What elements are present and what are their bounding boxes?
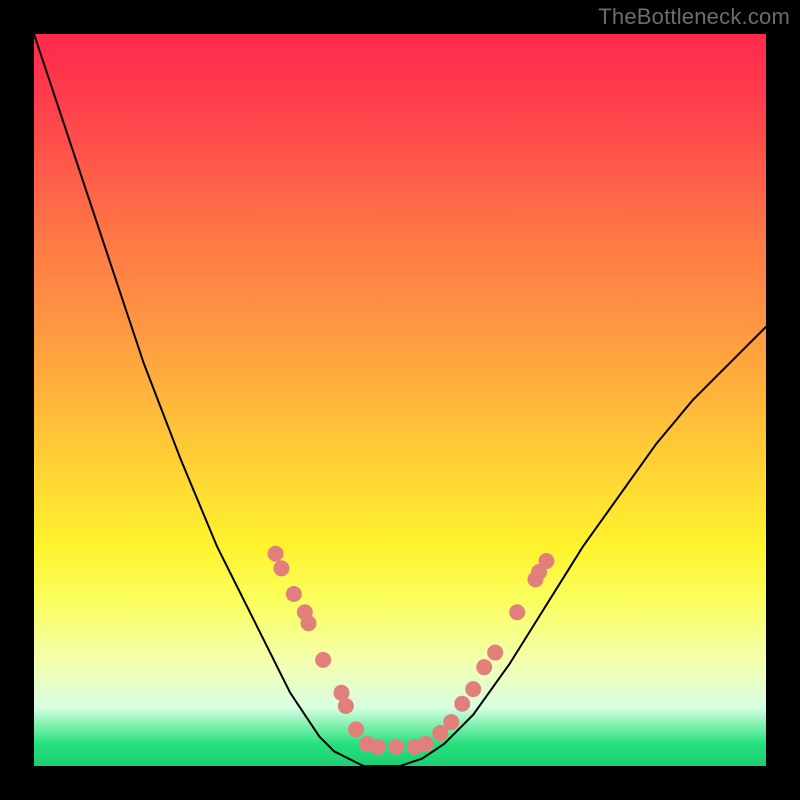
marker-dot [273, 560, 289, 576]
marker-dot [315, 652, 331, 668]
marker-dot [286, 586, 302, 602]
marker-dot [301, 615, 317, 631]
chart-svg [34, 34, 766, 766]
marker-dot [509, 604, 525, 620]
marker-dot [538, 553, 554, 569]
marker-dot [348, 721, 364, 737]
marker-dot [454, 696, 470, 712]
marker-dot [370, 739, 386, 755]
marker-dot [465, 681, 481, 697]
chart-frame: TheBottleneck.com [0, 0, 800, 800]
watermark-text: TheBottleneck.com [598, 4, 790, 30]
marker-dot [338, 698, 354, 714]
curve-layer [34, 34, 766, 766]
marker-dot [268, 546, 284, 562]
marker-dot [443, 714, 459, 730]
series-left-curve [34, 34, 363, 766]
plot-area [34, 34, 766, 766]
marker-dot [487, 645, 503, 661]
marker-dot [388, 739, 404, 755]
marker-dot [476, 659, 492, 675]
marker-dot [418, 736, 434, 752]
series-right-curve [400, 327, 766, 766]
